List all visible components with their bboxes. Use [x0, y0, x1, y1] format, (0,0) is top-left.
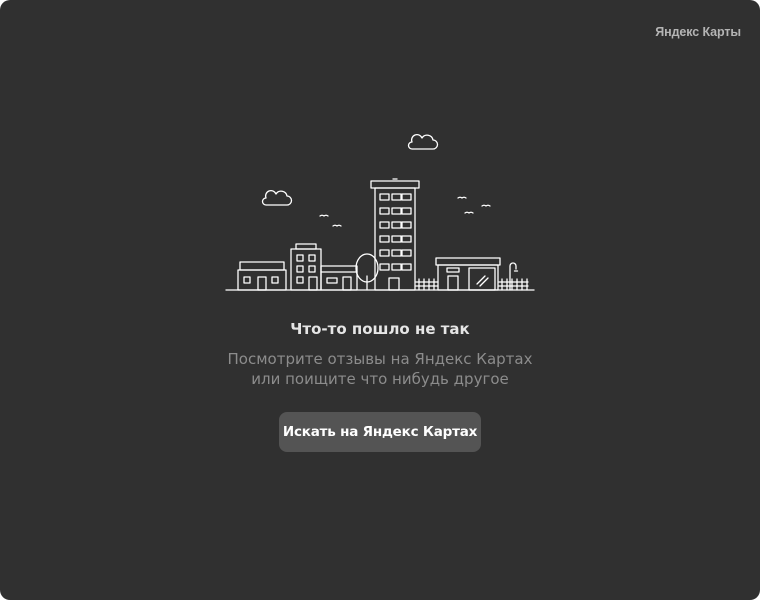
error-subtitle: Посмотрите отзывы на Яндекс Картах или п…	[0, 349, 760, 389]
error-subtitle-line: Посмотрите отзывы на Яндекс Картах	[227, 350, 533, 368]
error-subtitle-line: или поищите что нибудь другое	[251, 370, 509, 388]
tower-building	[370, 178, 420, 291]
cloud-icon	[407, 134, 439, 150]
low-house	[237, 261, 287, 291]
search-on-yandex-maps-button[interactable]: Искать на Яндекс Картах	[279, 412, 481, 452]
city-skyline-illustration	[225, 134, 535, 291]
mid-building	[290, 243, 322, 291]
cloud-icon	[261, 190, 293, 206]
error-widget: Яндекс Карты Что-то пошло не так Посмотр…	[0, 0, 760, 600]
error-title: Что-то пошло не так	[290, 320, 470, 338]
yandex-maps-logo[interactable]: Яндекс Карты	[655, 25, 741, 39]
store-building	[435, 257, 501, 291]
fence-icon	[415, 278, 529, 291]
shop-building	[320, 265, 358, 291]
